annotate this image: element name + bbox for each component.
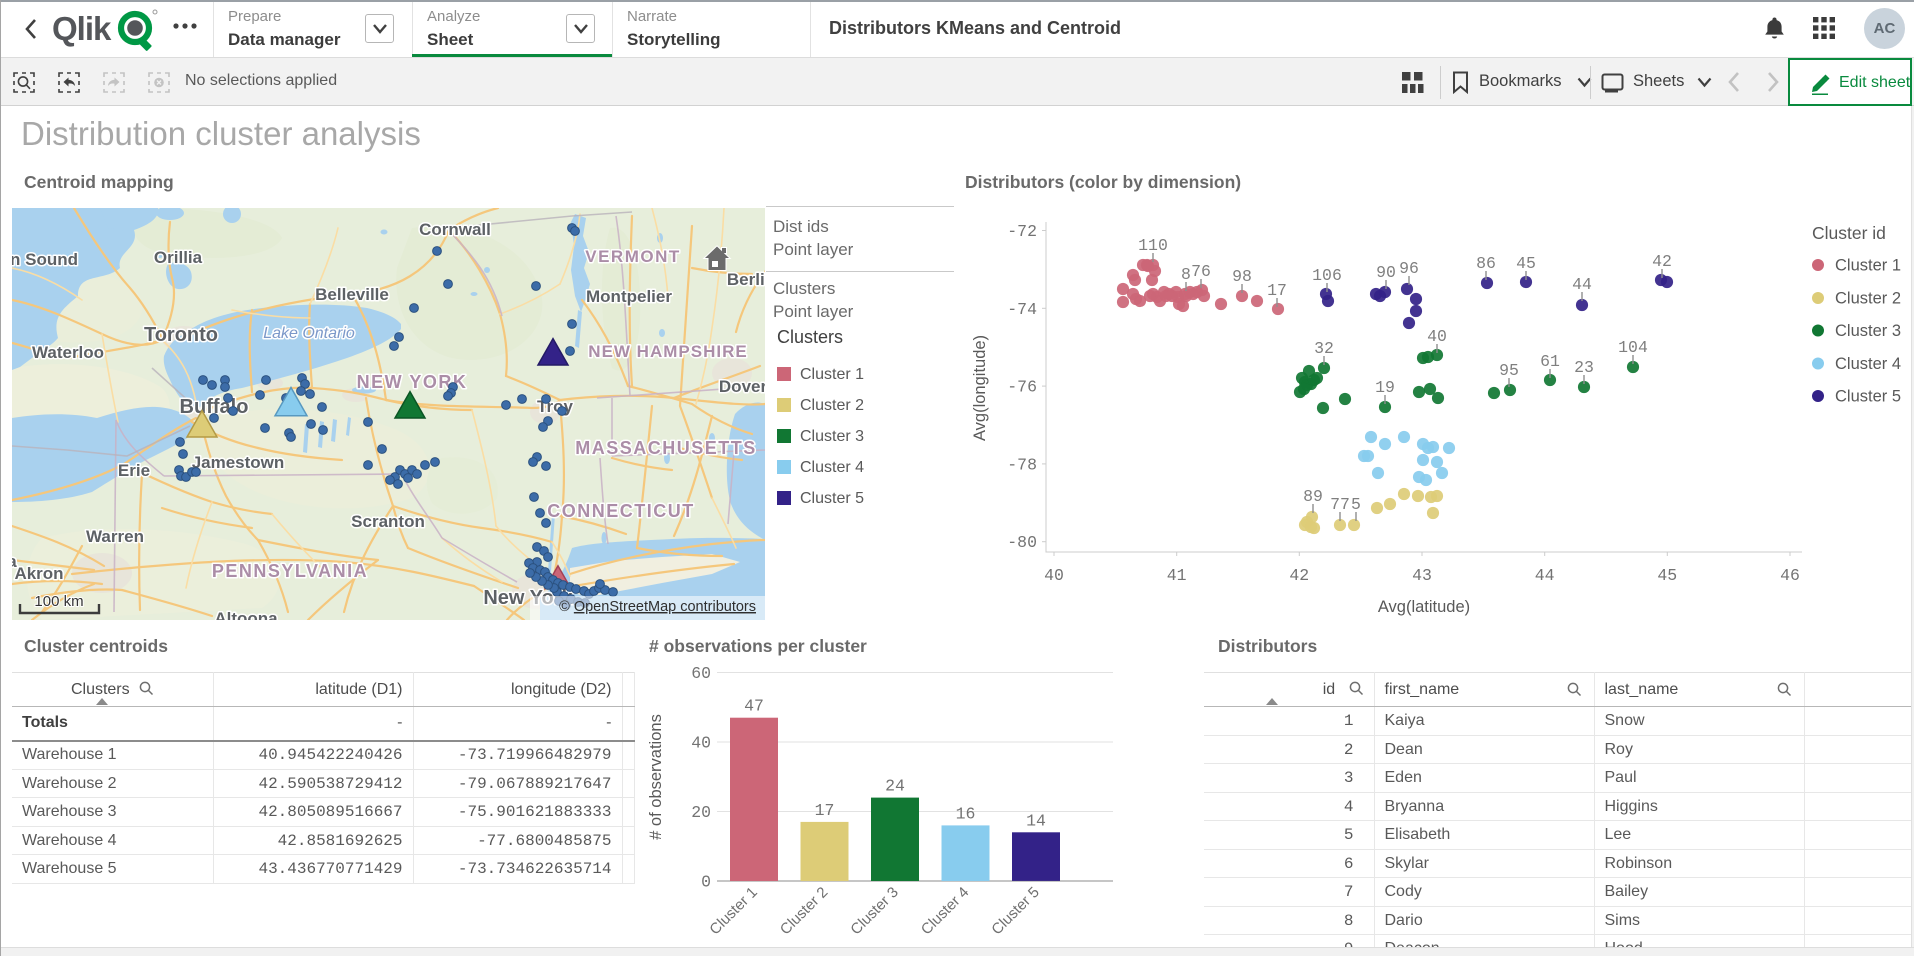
svg-text:Avg(longitude): Avg(longitude): [971, 335, 989, 441]
svg-text:46: 46: [1780, 566, 1800, 585]
svg-text:23: 23: [1574, 358, 1594, 377]
svg-text:32: 32: [1314, 339, 1334, 358]
svg-text:40: 40: [691, 734, 711, 753]
svg-text:40: 40: [1427, 327, 1447, 346]
svg-text:MASSACHUSETTS: MASSACHUSETTS: [575, 438, 757, 458]
svg-text:76: 76: [1191, 262, 1211, 281]
svg-text:110: 110: [1138, 236, 1168, 255]
svg-text:Avg(latitude): Avg(latitude): [1378, 598, 1470, 616]
svg-text:45: 45: [1516, 254, 1536, 273]
svg-text:100 km: 100 km: [34, 593, 83, 610]
svg-text:Akron: Akron: [14, 564, 63, 583]
svg-text:43: 43: [1412, 566, 1432, 585]
svg-text:Cluster 1: Cluster 1: [1835, 257, 1901, 275]
svg-text:104: 104: [1618, 338, 1648, 357]
svg-text:42: 42: [1289, 566, 1309, 585]
svg-text:Cornwall: Cornwall: [419, 220, 491, 239]
svg-text:Montpelier: Montpelier: [586, 287, 672, 306]
svg-text:-74: -74: [1007, 300, 1037, 319]
svg-text:17: 17: [1267, 281, 1287, 300]
svg-text:61: 61: [1540, 352, 1560, 371]
svg-text:Cluster 3: Cluster 3: [800, 428, 864, 445]
svg-text:PENNSYLVANIA: PENNSYLVANIA: [212, 561, 368, 581]
svg-text:Cluster 1: Cluster 1: [706, 884, 760, 938]
svg-text:-78: -78: [1007, 455, 1037, 474]
svg-text:-76: -76: [1007, 378, 1037, 397]
svg-text:# of observations: # of observations: [647, 714, 665, 840]
svg-text:Altoona: Altoona: [214, 609, 278, 620]
svg-text:Cluster 3: Cluster 3: [1835, 322, 1901, 340]
svg-text:0: 0: [701, 873, 711, 892]
svg-text:77: 77: [1330, 495, 1350, 514]
svg-text:Belleville: Belleville: [315, 285, 389, 304]
svg-text:Erie: Erie: [118, 461, 150, 480]
svg-text:VERMONT: VERMONT: [585, 247, 681, 266]
svg-text:40: 40: [1044, 566, 1064, 585]
svg-text:8: 8: [1181, 265, 1191, 284]
svg-text:86: 86: [1476, 254, 1496, 273]
svg-text:Warren: Warren: [86, 527, 144, 546]
svg-text:47: 47: [744, 697, 764, 716]
svg-text:96: 96: [1399, 259, 1419, 278]
svg-text:n Sound: n Sound: [12, 250, 78, 269]
svg-text:Cluster 4: Cluster 4: [1835, 355, 1901, 373]
svg-text:17: 17: [815, 801, 835, 820]
svg-text:Cluster 5: Cluster 5: [800, 490, 864, 507]
svg-text:Qlik: Qlik: [52, 10, 112, 47]
svg-text:Cluster 2: Cluster 2: [800, 397, 864, 414]
svg-text:90: 90: [1376, 263, 1396, 282]
svg-text:44: 44: [1535, 566, 1555, 585]
svg-text:89: 89: [1303, 487, 1323, 506]
svg-text:24: 24: [885, 777, 905, 796]
svg-text:Lake Ontario: Lake Ontario: [263, 325, 355, 342]
svg-text:Jamestown: Jamestown: [192, 453, 285, 472]
svg-text:Cluster 5: Cluster 5: [1835, 388, 1901, 406]
svg-text:NEW HAMPSHIRE: NEW HAMPSHIRE: [588, 342, 747, 361]
svg-text:20: 20: [691, 803, 711, 822]
svg-text:Cluster 4: Cluster 4: [918, 884, 972, 938]
svg-text:106: 106: [1312, 266, 1342, 285]
svg-text:98: 98: [1232, 267, 1252, 286]
svg-text:Orillia: Orillia: [154, 248, 203, 267]
svg-text:CONNECTICUT: CONNECTICUT: [547, 501, 695, 521]
svg-text:a: a: [12, 552, 17, 571]
svg-text:41: 41: [1167, 566, 1187, 585]
svg-text:Cluster id: Cluster id: [1812, 223, 1886, 243]
svg-text:16: 16: [956, 804, 976, 823]
svg-text:Toronto: Toronto: [144, 324, 218, 346]
svg-text:-72: -72: [1007, 222, 1037, 241]
svg-text:14: 14: [1026, 811, 1046, 830]
svg-text:42: 42: [1652, 252, 1672, 271]
svg-text:Dover: Dover: [719, 377, 765, 396]
svg-text:Cluster 2: Cluster 2: [1835, 290, 1901, 308]
svg-text:45: 45: [1657, 566, 1677, 585]
svg-text:Berlin: Berlin: [727, 270, 765, 289]
svg-text:Cluster 1: Cluster 1: [800, 366, 864, 383]
svg-text:60: 60: [691, 664, 711, 683]
svg-text:5: 5: [1351, 495, 1361, 514]
svg-text:© OpenStreetMap contributors: © OpenStreetMap contributors: [559, 599, 756, 615]
svg-text:Cluster 2: Cluster 2: [777, 884, 831, 938]
svg-text:Cluster 4: Cluster 4: [800, 459, 864, 476]
svg-text:95: 95: [1499, 361, 1519, 380]
svg-text:Cluster 3: Cluster 3: [847, 884, 901, 938]
svg-text:-80: -80: [1007, 533, 1037, 552]
svg-text:44: 44: [1572, 275, 1592, 294]
svg-text:Scranton: Scranton: [351, 512, 425, 531]
svg-text:Cluster 5: Cluster 5: [988, 884, 1042, 938]
svg-text:19: 19: [1375, 378, 1395, 397]
svg-text:Waterloo: Waterloo: [32, 343, 104, 362]
